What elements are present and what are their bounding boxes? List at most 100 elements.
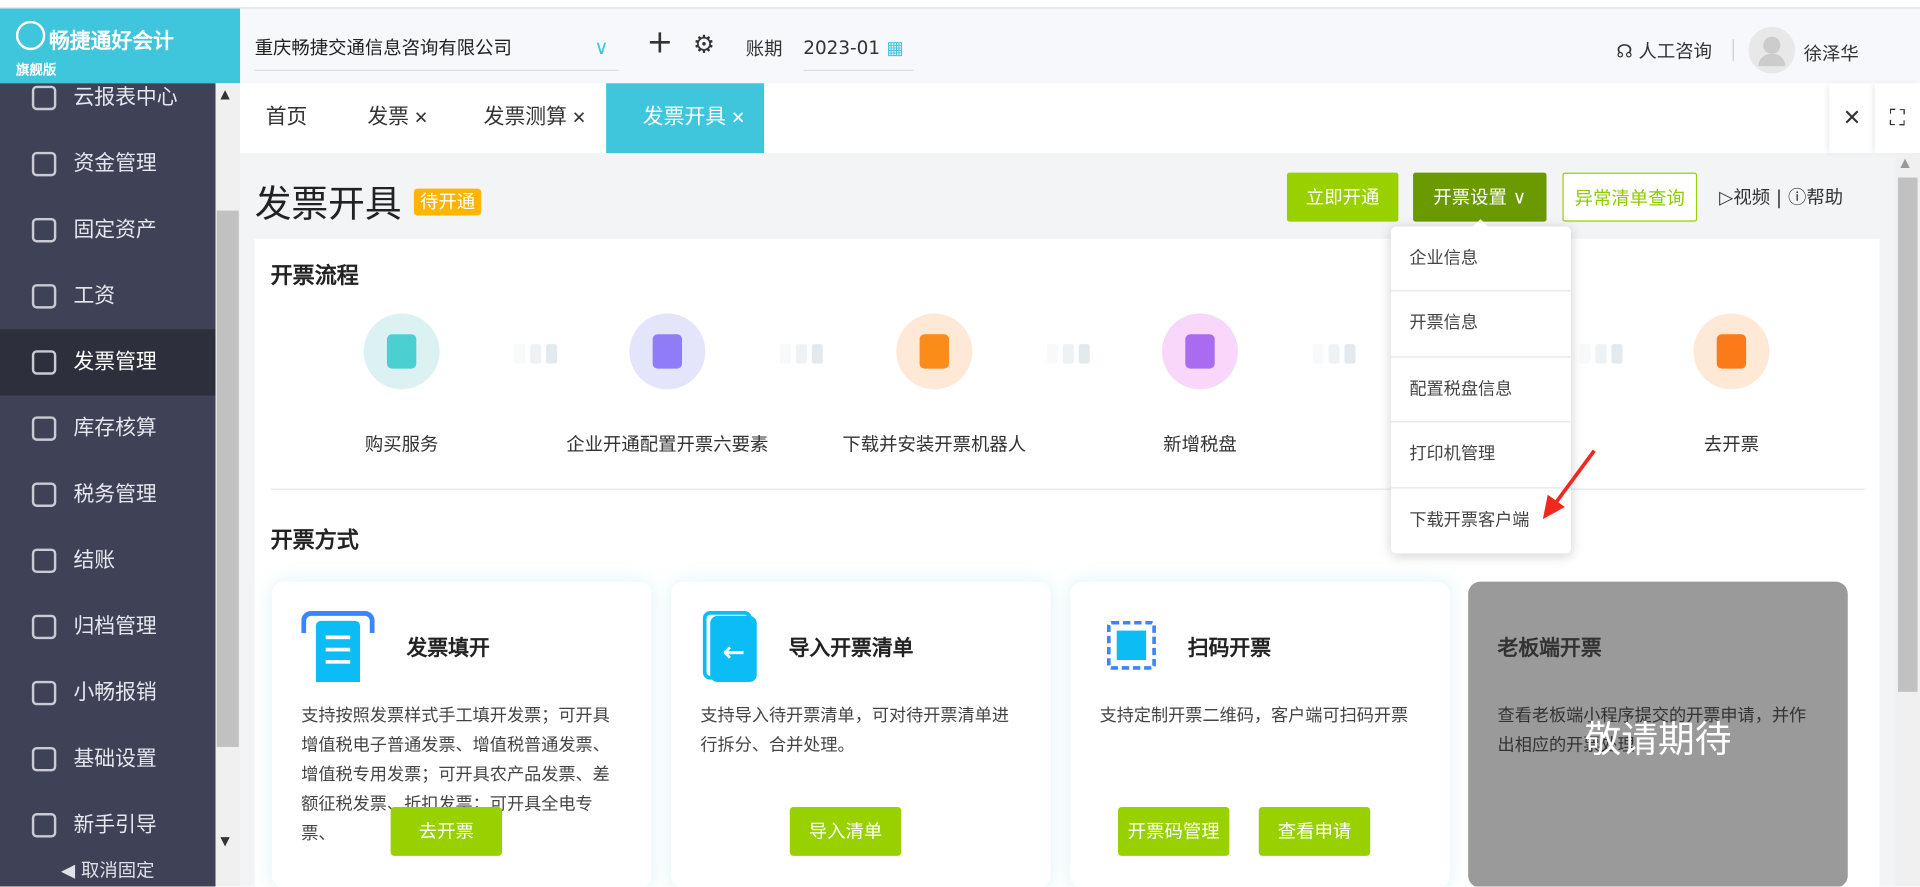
- flow-step-label: 购买服务: [364, 433, 439, 456]
- sidebar-item[interactable]: 小畅报销: [0, 660, 216, 726]
- flow-step-label: 企业开通配置开票六要素: [566, 433, 769, 456]
- divider: [1732, 39, 1734, 62]
- flow-step-label: 下载并安装开票机器人: [842, 433, 1027, 456]
- flow-title: 开票流程: [270, 263, 359, 289]
- close-icon[interactable]: ✕: [572, 109, 586, 129]
- flow-step[interactable]: 企业开通配置开票六要素: [545, 313, 790, 456]
- dropdown-item[interactable]: 配置税盘信息: [1391, 357, 1572, 423]
- tab-invoice-issue[interactable]: 发票开具 ✕: [606, 83, 765, 154]
- dropdown-caret: [1473, 219, 1488, 227]
- activate-button[interactable]: 立即开通: [1286, 172, 1399, 222]
- unpin-button[interactable]: ◀ 取消固定: [0, 857, 216, 883]
- tab-invoice[interactable]: 发票 ✕: [367, 83, 428, 153]
- sidebar-item[interactable]: 固定资产: [0, 197, 216, 263]
- sidebar-item[interactable]: 新手引导: [0, 792, 216, 858]
- fullscreen-icon[interactable]: ⛶: [1874, 83, 1920, 154]
- flow-connector: [1312, 344, 1362, 364]
- flow-step[interactable]: 下载并安装开票机器人: [812, 313, 1057, 456]
- sidebar-item[interactable]: 结账: [0, 528, 216, 594]
- page-title: 发票开具: [254, 183, 402, 227]
- sidebar-item-label: 库存核算: [73, 416, 157, 441]
- red-arrow-annotation: [1542, 449, 1596, 520]
- flow-connector: [780, 344, 829, 364]
- close-all-tabs-button[interactable]: ✕: [1829, 83, 1875, 154]
- video-label: 视频: [1733, 186, 1771, 209]
- sidebar-item-label: 结账: [73, 548, 116, 574]
- close-icon[interactable]: ✕: [731, 109, 745, 129]
- consult-button[interactable]: ☊ 人工咨询: [1616, 38, 1712, 64]
- sidebar-item[interactable]: 发票管理: [0, 329, 216, 396]
- sidebar-item-label: 固定资产: [73, 217, 157, 243]
- code-manage-button[interactable]: 开票码管理: [1117, 806, 1230, 856]
- settings-label: 开票设置: [1433, 186, 1507, 209]
- sidebar-item[interactable]: 税务管理: [0, 462, 216, 528]
- coming-soon-overlay: 敬请期待: [1584, 718, 1732, 762]
- user-name[interactable]: 徐泽华: [1804, 40, 1859, 66]
- dropdown-item[interactable]: 开票信息: [1391, 292, 1572, 358]
- company-name: 重庆畅捷交通信息咨询有限公司: [254, 36, 512, 59]
- abnormal-list-button[interactable]: 异常清单查询: [1562, 172, 1698, 222]
- invoice-fill-icon: [301, 611, 375, 683]
- method-card-scan: 扫码开票 支持定制开票二维码，客户端可扫码开票 开票码管理 查看申请: [1070, 581, 1450, 887]
- calendar-icon: ▦: [886, 36, 904, 59]
- company-select[interactable]: 重庆畅捷交通信息咨询有限公司 ∨: [254, 24, 619, 72]
- close-icon[interactable]: ✕: [414, 109, 428, 129]
- consult-label: 人工咨询: [1638, 40, 1712, 63]
- tab-home[interactable]: 首页: [266, 83, 308, 153]
- dropdown-item[interactable]: 企业信息: [1391, 227, 1572, 292]
- view-requests-button[interactable]: 查看申请: [1258, 806, 1371, 856]
- sidebar-item[interactable]: 基础设置: [0, 726, 216, 792]
- config-icon: [629, 313, 706, 390]
- top-border: [0, 0, 1920, 9]
- sidebar-item[interactable]: 归档管理: [0, 594, 216, 660]
- sidebar-item-label: 工资: [73, 284, 116, 309]
- period-value: 2023-01: [803, 36, 881, 59]
- scroll-down-arrow[interactable]: ▼: [220, 835, 229, 848]
- chevron-down-icon: ∨: [1512, 186, 1527, 209]
- sidebar-item-label: 云报表中心: [73, 85, 178, 111]
- app-name: 畅捷通好会计: [48, 29, 174, 54]
- sidebar-item[interactable]: 库存核算: [0, 396, 216, 462]
- headset-icon: ☊: [1616, 40, 1633, 63]
- flow-step[interactable]: 新增税盘: [1078, 313, 1323, 456]
- help-links: ▷视频 | ⓘ帮助: [1719, 186, 1844, 209]
- sidebar-item[interactable]: 资金管理: [0, 131, 216, 197]
- method-card-boss: 老板端开票 查看老板端小程序提交的开票申请，并作出相应的开票处理 敬请期待: [1468, 581, 1848, 887]
- gear-icon[interactable]: ⚙: [693, 29, 715, 58]
- flow-step-label: 去开票: [1703, 433, 1759, 456]
- card-title: 老板端开票: [1497, 636, 1602, 662]
- import-list-button[interactable]: 导入清单: [789, 806, 902, 856]
- chart-icon: [31, 85, 57, 111]
- main-scroll-thumb[interactable]: [1897, 177, 1918, 692]
- sidebar-item-label: 税务管理: [73, 482, 157, 507]
- scroll-up-arrow[interactable]: ▲: [1900, 157, 1909, 170]
- archive-icon: [31, 614, 57, 640]
- scroll-up-arrow[interactable]: ▲: [220, 88, 229, 101]
- flow-step[interactable]: 购买服务: [279, 313, 524, 456]
- play-icon: ▷: [1719, 186, 1734, 209]
- go-invoice-button[interactable]: 去开票: [390, 806, 503, 856]
- tab-bar: 首页 发票 ✕ 发票测算 ✕ 发票开具 ✕: [240, 83, 1920, 154]
- app-window: 畅捷通好会计 旗舰版 重庆畅捷交通信息咨询有限公司 ∨ + ⚙ 账期 2023-0…: [0, 0, 1920, 887]
- sidebar: 云报表中心资金管理固定资产工资发票管理库存核算税务管理结账归档管理 小畅报销基础设…: [0, 83, 216, 887]
- flow-step[interactable]: 去开票: [1609, 313, 1854, 456]
- sidebar-item-label: 资金管理: [73, 151, 157, 177]
- avatar[interactable]: [1748, 26, 1796, 74]
- invoice-settings-button[interactable]: 开票设置 ∨: [1413, 172, 1547, 222]
- reimburse-icon: [31, 680, 57, 706]
- flow-connector: [1046, 344, 1096, 364]
- tab-label: 首页: [265, 105, 308, 130]
- sidebar-item[interactable]: 工资: [0, 263, 216, 329]
- sidebar-item-label: 基础设置: [73, 746, 157, 772]
- period-field[interactable]: 2023-01 ▦: [803, 24, 914, 72]
- robot-icon: [896, 313, 973, 390]
- tab-invoice-calc[interactable]: 发票测算 ✕: [484, 83, 587, 153]
- help-link[interactable]: ⓘ帮助: [1788, 186, 1843, 208]
- sidebar-item[interactable]: 云报表中心: [0, 65, 216, 131]
- sidebar-scroll-thumb[interactable]: [216, 210, 239, 747]
- building-icon: [31, 217, 57, 243]
- sidebar-item-label: 发票管理: [73, 350, 157, 375]
- add-icon[interactable]: +: [647, 24, 674, 61]
- logo-cloud-icon: [15, 20, 46, 51]
- video-link[interactable]: ▷视频: [1719, 186, 1770, 208]
